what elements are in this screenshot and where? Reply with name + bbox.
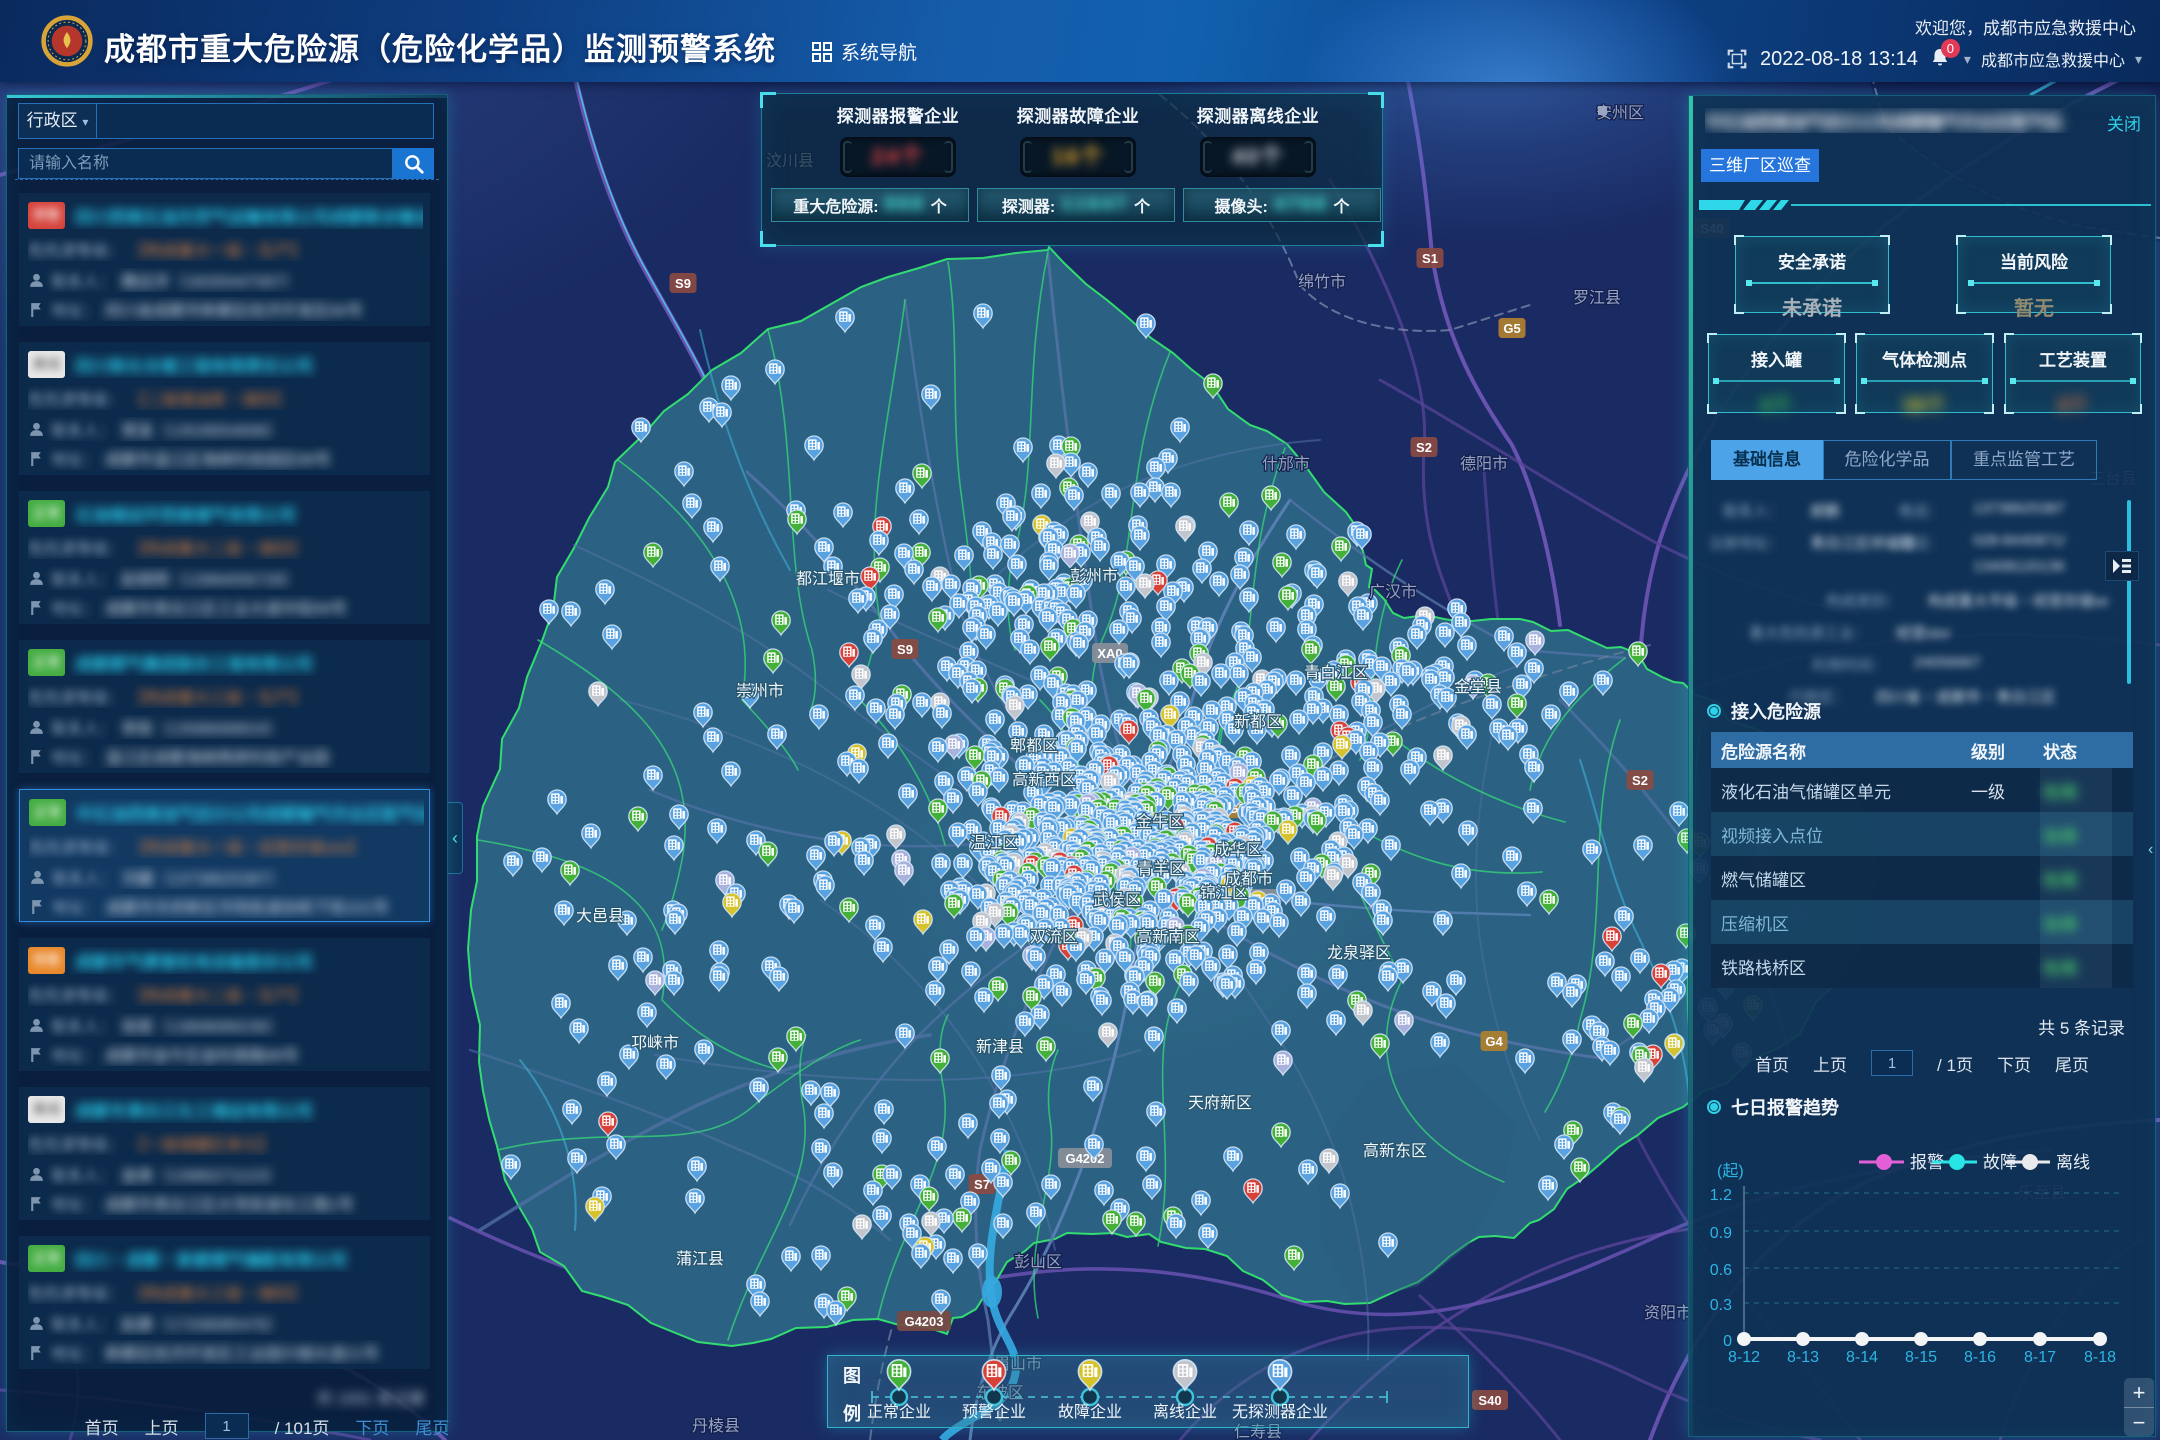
svg-text:德阳市: 德阳市	[1460, 455, 1508, 473]
svg-text:青羊区: 青羊区	[1137, 860, 1185, 878]
svg-text:天府新区: 天府新区	[1188, 1094, 1252, 1112]
svg-text:成都市: 成都市	[1225, 870, 1273, 888]
svg-text:崇州市: 崇州市	[736, 682, 784, 700]
svg-text:广汉市: 广汉市	[1369, 583, 1417, 601]
svg-text:高新东区: 高新东区	[1363, 1142, 1427, 1160]
svg-text:S9: S9	[897, 642, 913, 657]
svg-text:G4: G4	[1485, 1034, 1503, 1049]
svg-text:高新西区: 高新西区	[1012, 771, 1076, 789]
svg-text:新津县: 新津县	[976, 1038, 1024, 1056]
svg-text:彭山区: 彭山区	[1014, 1253, 1062, 1271]
svg-text:双流区: 双流区	[1030, 928, 1078, 946]
svg-text:罗江县: 罗江县	[1573, 289, 1621, 307]
svg-text:丹棱县: 丹棱县	[692, 1417, 740, 1435]
svg-text:邛崃市: 邛崃市	[631, 1034, 679, 1052]
svg-text:新都区: 新都区	[1234, 713, 1282, 731]
svg-text:资阳市: 资阳市	[1644, 1304, 1692, 1322]
svg-text:武侯区: 武侯区	[1093, 891, 1141, 909]
svg-text:G5: G5	[1503, 321, 1520, 336]
svg-text:S1: S1	[1422, 251, 1438, 266]
svg-text:高新南区: 高新南区	[1136, 928, 1200, 946]
svg-text:S9: S9	[675, 276, 691, 291]
svg-text:青白江区: 青白江区	[1304, 664, 1368, 682]
svg-text:什邡市: 什邡市	[1262, 455, 1310, 473]
svg-text:蒲江县: 蒲江县	[676, 1250, 724, 1268]
svg-text:G4203: G4203	[904, 1314, 943, 1329]
svg-text:S2: S2	[1632, 773, 1648, 788]
svg-text:金堂县: 金堂县	[1454, 678, 1502, 696]
svg-text:郫都区: 郫都区	[1010, 737, 1058, 755]
svg-text:大邑县: 大邑县	[576, 907, 624, 925]
svg-text:龙泉驿区: 龙泉驿区	[1327, 944, 1391, 962]
svg-text:都江堰市: 都江堰市	[796, 570, 860, 588]
svg-text:绵竹市: 绵竹市	[1298, 273, 1346, 291]
svg-text:温江区: 温江区	[970, 834, 1018, 852]
svg-text:成华区: 成华区	[1214, 841, 1262, 859]
svg-text:彭州市: 彭州市	[1070, 567, 1118, 585]
svg-text:S40: S40	[1478, 1393, 1501, 1408]
svg-text:金牛区: 金牛区	[1136, 813, 1184, 831]
svg-text:S2: S2	[1416, 440, 1432, 455]
